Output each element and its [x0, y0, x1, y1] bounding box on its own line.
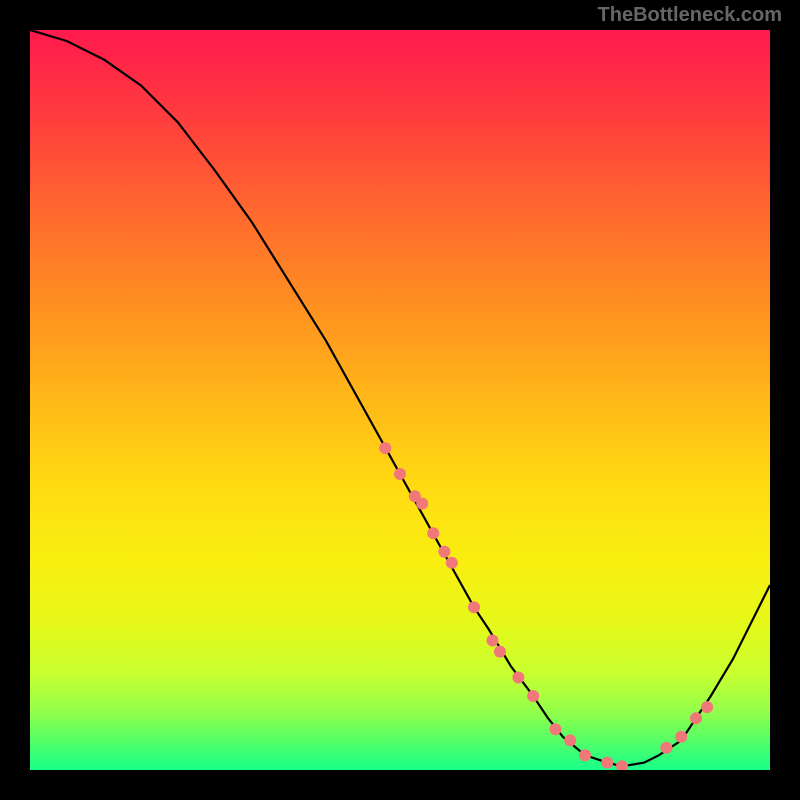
curve-marker [468, 601, 480, 613]
curve-marker [690, 712, 702, 724]
curve-marker [675, 731, 687, 743]
curve-markers-group [379, 442, 713, 770]
curve-marker [427, 527, 439, 539]
curve-line [30, 30, 770, 766]
curve-marker [616, 760, 628, 770]
curve-marker [660, 742, 672, 754]
curve-marker [379, 442, 391, 454]
curve-marker [579, 749, 591, 761]
curve-marker [527, 690, 539, 702]
curve-marker [487, 635, 499, 647]
curve-marker [494, 646, 506, 658]
curve-marker [446, 557, 458, 569]
chart-plot-area [30, 30, 770, 770]
chart-svg [30, 30, 770, 770]
watermark-text: TheBottleneck.com [598, 4, 782, 27]
curve-marker [701, 701, 713, 713]
curve-marker [438, 546, 450, 558]
curve-marker [416, 498, 428, 510]
curve-marker [564, 734, 576, 746]
curve-marker [601, 757, 613, 769]
curve-marker [394, 468, 406, 480]
curve-marker [512, 672, 524, 684]
curve-marker [549, 723, 561, 735]
